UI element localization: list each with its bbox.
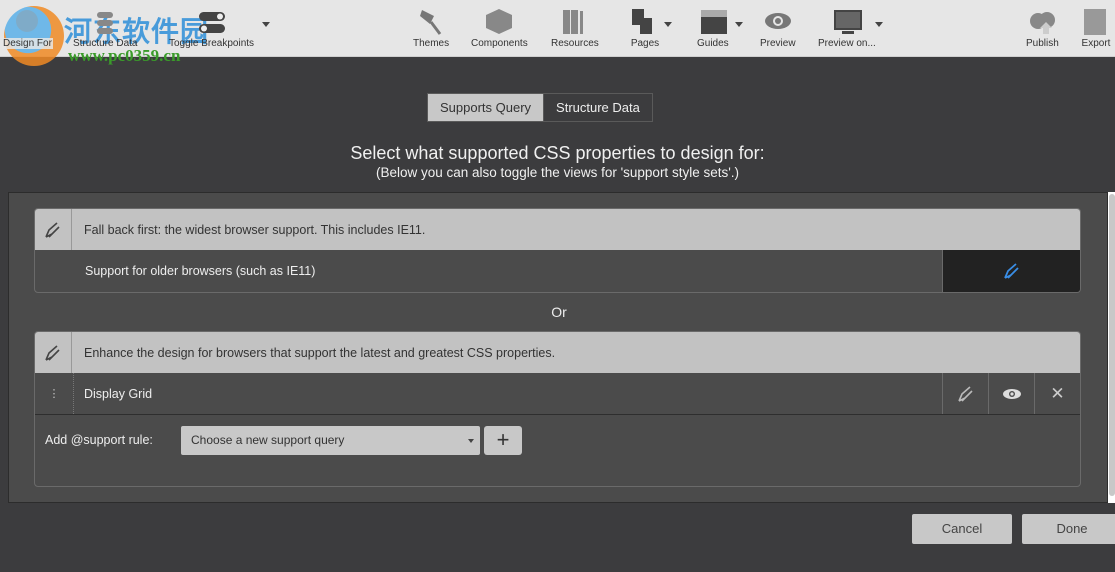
enhance-header: Enhance the design for browsers that sup… [35,332,1080,373]
paintbrush-icon [416,4,446,38]
scrollbar[interactable] [1108,192,1115,503]
toolbar-resources[interactable]: Resources [551,4,599,49]
edit-rule-button[interactable] [942,373,988,414]
or-separator: Or [551,304,567,320]
fallback-row-label: Support for older browsers (such as IE11… [85,264,316,278]
books-icon [560,4,590,38]
pages-icon [630,4,660,38]
toolbar: 河东软件园 www.pc0359.cn Design For Structure… [0,0,1115,66]
chevron-down-icon[interactable] [735,22,743,27]
pen-icon [1003,263,1019,279]
toolbar-toggle-breakpoints[interactable]: Toggle Breakpoints [169,4,254,49]
label: Components [471,38,528,49]
scrollbar-thumb[interactable] [1109,194,1115,496]
label: Pages [630,38,660,49]
tab-structure-data[interactable]: Structure Data [544,94,652,121]
label: Structure Data [73,38,138,49]
fallback-header-text: Fall back first: the widest browser supp… [84,222,426,237]
support-rule-label: Display Grid [84,386,153,401]
add-rule-area: Add @support rule: Choose a new support … [35,415,1080,486]
cancel-button[interactable]: Cancel [912,514,1012,544]
cube-icon [484,4,514,38]
toolbar-preview-on[interactable]: Preview on... [818,4,876,49]
toolbar-structure-data[interactable]: Structure Data [73,4,137,49]
database-icon [94,4,116,38]
list-item: ⋮ Display Grid ✕ [35,373,1080,415]
toolbar-pages[interactable]: Pages [630,4,660,49]
support-sets-panel: Fall back first: the widest browser supp… [8,192,1108,503]
toolbar-guides[interactable]: Guides [697,4,729,49]
toolbar-preview[interactable]: Preview [760,4,796,49]
label: Design For [2,38,53,49]
drag-handle-icon[interactable]: ⋮ [35,373,74,414]
toolbar-publish[interactable]: Publish [1026,4,1059,49]
add-rule-label: Add @support rule: [45,433,153,447]
dialog-heading: Select what supported CSS properties to … [350,143,765,163]
done-button[interactable]: Done [1022,514,1115,544]
label: Preview [760,38,796,49]
label: Toggle Breakpoints [169,38,255,49]
label: Publish [1026,38,1059,49]
enhance-header-text: Enhance the design for browsers that sup… [84,345,556,360]
export-icon [1081,4,1111,38]
label: Guides [697,38,729,49]
toggle-icon [197,4,227,38]
toolbar-design-for[interactable]: Design For [2,4,53,49]
edit-fallback-button[interactable] [942,250,1080,292]
tab-supports-query[interactable]: Supports Query [428,94,545,121]
close-icon: ✕ [1050,383,1065,403]
pen-icon [35,209,72,250]
eye-icon [763,4,793,38]
label: Themes [413,38,450,49]
eye-icon [1002,388,1021,399]
toolbar-components[interactable]: Components [471,4,528,49]
chevron-down-icon[interactable] [262,22,270,27]
label: Preview on... [818,38,876,49]
cloud-upload-icon [1027,4,1057,38]
view-tabs: Supports Query Structure Data [427,93,653,122]
pen-icon [35,332,72,373]
monitor-icon [832,4,862,38]
toggle-view-button[interactable] [988,373,1034,414]
watermark-url: www.pc0359.cn [68,46,181,65]
pen-icon [957,385,973,402]
label: Export [1081,38,1111,49]
toolbar-themes[interactable]: Themes [413,4,449,49]
label: Resources [551,38,599,49]
chevron-down-icon[interactable] [664,22,672,27]
enhance-section: Enhance the design for browsers that sup… [34,331,1081,487]
toolbar-export[interactable]: Export [1081,4,1111,49]
add-rule-button[interactable]: + [484,426,522,455]
dialog-subheading: (Below you can also toggle the views for… [375,165,740,180]
remove-rule-button[interactable]: ✕ [1034,373,1080,414]
support-query-select[interactable]: Choose a new support query [181,426,480,455]
design-for-icon [12,4,42,38]
fallback-section: Fall back first: the widest browser supp… [34,208,1081,293]
chevron-down-icon[interactable] [875,22,883,27]
fallback-header: Fall back first: the widest browser supp… [35,209,1080,250]
guides-icon [698,4,728,38]
list-item: Support for older browsers (such as IE11… [35,250,1080,292]
